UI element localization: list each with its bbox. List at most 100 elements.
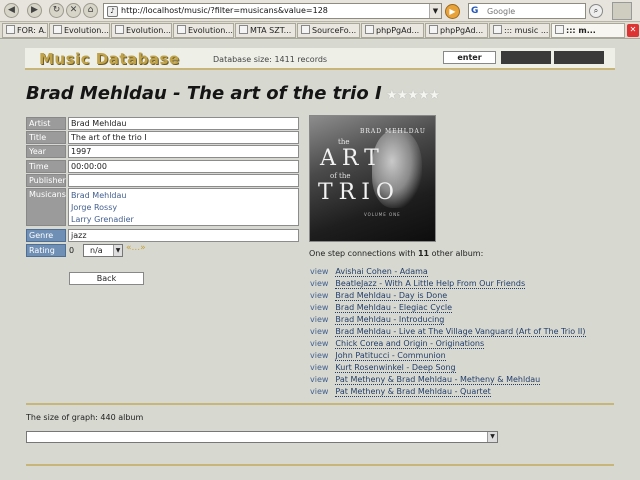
url-dropdown-icon[interactable]: ▼ — [429, 4, 441, 18]
connections-prefix: One step connections with — [309, 249, 418, 258]
view-link[interactable]: view — [310, 315, 328, 324]
connection-row: view Chick Corea and Origin - Origination… — [310, 339, 485, 349]
go-icon[interactable]: ▶ — [445, 4, 460, 19]
cover-text: VOLUME ONE — [364, 212, 401, 217]
tab-label: SourceFo... — [312, 26, 357, 35]
rating-label: Rating — [26, 244, 66, 257]
tab-favicon-icon — [177, 25, 186, 34]
connection-row: view John Patitucci - Communion — [310, 351, 446, 361]
album-link[interactable]: John Patitucci - Communion — [335, 351, 446, 361]
genre-field[interactable]: jazz — [68, 229, 299, 242]
title-field[interactable]: The art of the trio I — [68, 131, 299, 144]
reload-icon[interactable]: ↻ — [49, 3, 64, 18]
tab-label: ::: m... — [566, 26, 596, 35]
search-go-icon[interactable]: ⌕ — [589, 4, 603, 18]
tab-favicon-icon — [115, 25, 124, 34]
connections-heading: One step connections with 11 other album… — [309, 249, 483, 258]
view-link[interactable]: view — [310, 351, 328, 360]
album-link[interactable]: Avishai Cohen - Adama — [335, 267, 428, 277]
view-link[interactable]: view — [310, 375, 328, 384]
view-link[interactable]: view — [310, 303, 328, 312]
divider — [26, 403, 614, 405]
connection-row: view Pat Metheny & Brad Mehldau - Quartet — [310, 387, 491, 397]
home-icon[interactable]: ⌂ — [83, 3, 98, 18]
tab-6[interactable]: SourceFo... — [297, 23, 360, 38]
search-box[interactable]: G — [468, 3, 586, 19]
view-link[interactable]: view — [310, 279, 328, 288]
tab-3[interactable]: Evolution... — [111, 23, 172, 38]
tab-1[interactable]: FOR: A... — [2, 23, 48, 38]
musicians-label: Musicans — [26, 188, 66, 226]
cover-text: the — [338, 138, 350, 146]
back-button[interactable]: Back — [69, 272, 144, 285]
view-link[interactable]: view — [310, 327, 328, 336]
view-link[interactable]: view — [310, 339, 328, 348]
tab-favicon-icon — [301, 25, 310, 34]
tab-label: phpPgAd... — [440, 26, 484, 35]
album-link[interactable]: Kurt Rosenwinkel - Deep Song — [335, 363, 456, 373]
tab-8[interactable]: phpPgAd... — [425, 23, 488, 38]
rating-stars-icon: ★★★★★ — [386, 88, 440, 103]
musician-link[interactable]: Brad Mehldau — [71, 191, 126, 200]
url-bar[interactable]: ♪ http://localhost/music/?filter=musican… — [103, 3, 442, 19]
forward-icon[interactable]: ▶ — [27, 3, 42, 18]
site-logo[interactable]: Music Database — [39, 50, 180, 68]
artist-field[interactable]: Brad Mehldau — [68, 117, 299, 130]
connection-row: view Kurt Rosenwinkel - Deep Song — [310, 363, 456, 373]
page-content: Music Database Database size: 1411 recor… — [0, 40, 640, 480]
tab-7[interactable]: phpPgAd... — [361, 23, 424, 38]
close-tab-icon[interactable]: ✕ — [627, 24, 639, 37]
title-label: Title — [26, 131, 66, 144]
view-link[interactable]: view — [310, 267, 328, 276]
chevron-down-icon: ▼ — [487, 432, 497, 442]
tab-10-active[interactable]: ::: m... — [551, 23, 625, 38]
tab-favicon-icon — [53, 25, 62, 34]
header-block — [554, 51, 604, 64]
site-header: Music Database Database size: 1411 recor… — [25, 48, 615, 70]
view-link[interactable]: view — [310, 291, 328, 300]
google-icon: G — [471, 6, 479, 16]
rating-select[interactable]: n/a ▼ — [83, 244, 123, 257]
time-field[interactable]: 00:00:00 — [68, 160, 299, 173]
tab-2[interactable]: Evolution... — [49, 23, 110, 38]
musician-link[interactable]: Jorge Rossy — [71, 203, 117, 212]
album-link[interactable]: Brad Mehldau - Introducing — [335, 315, 445, 325]
tab-favicon-icon — [239, 25, 248, 34]
year-field[interactable]: 1997 — [68, 145, 299, 158]
cover-text: ART — [320, 146, 385, 171]
stop-icon[interactable]: ✕ — [66, 3, 81, 18]
publisher-field[interactable] — [68, 174, 299, 187]
album-link[interactable]: Brad Mehldau - Day is Done — [335, 291, 448, 301]
album-link[interactable]: BeatleJazz - With A Little Help From Our… — [335, 279, 526, 289]
tab-bar: FOR: A... Evolution... Evolution... Evol… — [0, 22, 640, 39]
album-link[interactable]: Chick Corea and Origin - Originations — [335, 339, 485, 349]
album-link[interactable]: Brad Mehldau - Elegiac Cycle — [335, 303, 453, 313]
tab-favicon-icon — [493, 25, 502, 34]
graph-select[interactable]: ▼ — [26, 431, 498, 443]
view-link[interactable]: view — [310, 387, 328, 396]
tab-4[interactable]: Evolution... — [173, 23, 234, 38]
view-link[interactable]: view — [310, 363, 328, 372]
back-icon[interactable]: ◀ — [4, 3, 19, 18]
rating-selected-value: n/a — [90, 246, 103, 255]
tab-favicon-icon — [365, 25, 374, 34]
graph-size-text: The size of graph: 440 album — [26, 413, 144, 422]
publisher-label: Publisher — [26, 174, 66, 187]
musician-link[interactable]: Larry Grenadier — [71, 215, 134, 224]
enter-button[interactable]: enter — [443, 51, 496, 64]
rating-submit-icon[interactable]: «...» — [126, 243, 146, 253]
musicians-list: Brad Mehldau Jorge Rossy Larry Grenadier — [68, 188, 299, 226]
tab-label: Evolution... — [188, 26, 233, 35]
header-block — [501, 51, 551, 64]
search-input[interactable] — [487, 5, 583, 17]
tab-5[interactable]: MTA SZT... — [235, 23, 296, 38]
cover-text: TRIO — [318, 180, 400, 205]
tab-favicon-icon — [429, 25, 438, 34]
tab-label: phpPgAd... — [376, 26, 420, 35]
album-link[interactable]: Pat Metheny & Brad Mehldau - Quartet — [335, 387, 491, 397]
tab-label: ::: music ... — [504, 26, 549, 35]
tab-label: Evolution... — [64, 26, 109, 35]
album-link[interactable]: Brad Mehldau - Live at The Village Vangu… — [335, 327, 586, 337]
tab-9[interactable]: ::: music ... — [489, 23, 550, 38]
album-link[interactable]: Pat Metheny & Brad Mehldau - Metheny & M… — [335, 375, 541, 385]
